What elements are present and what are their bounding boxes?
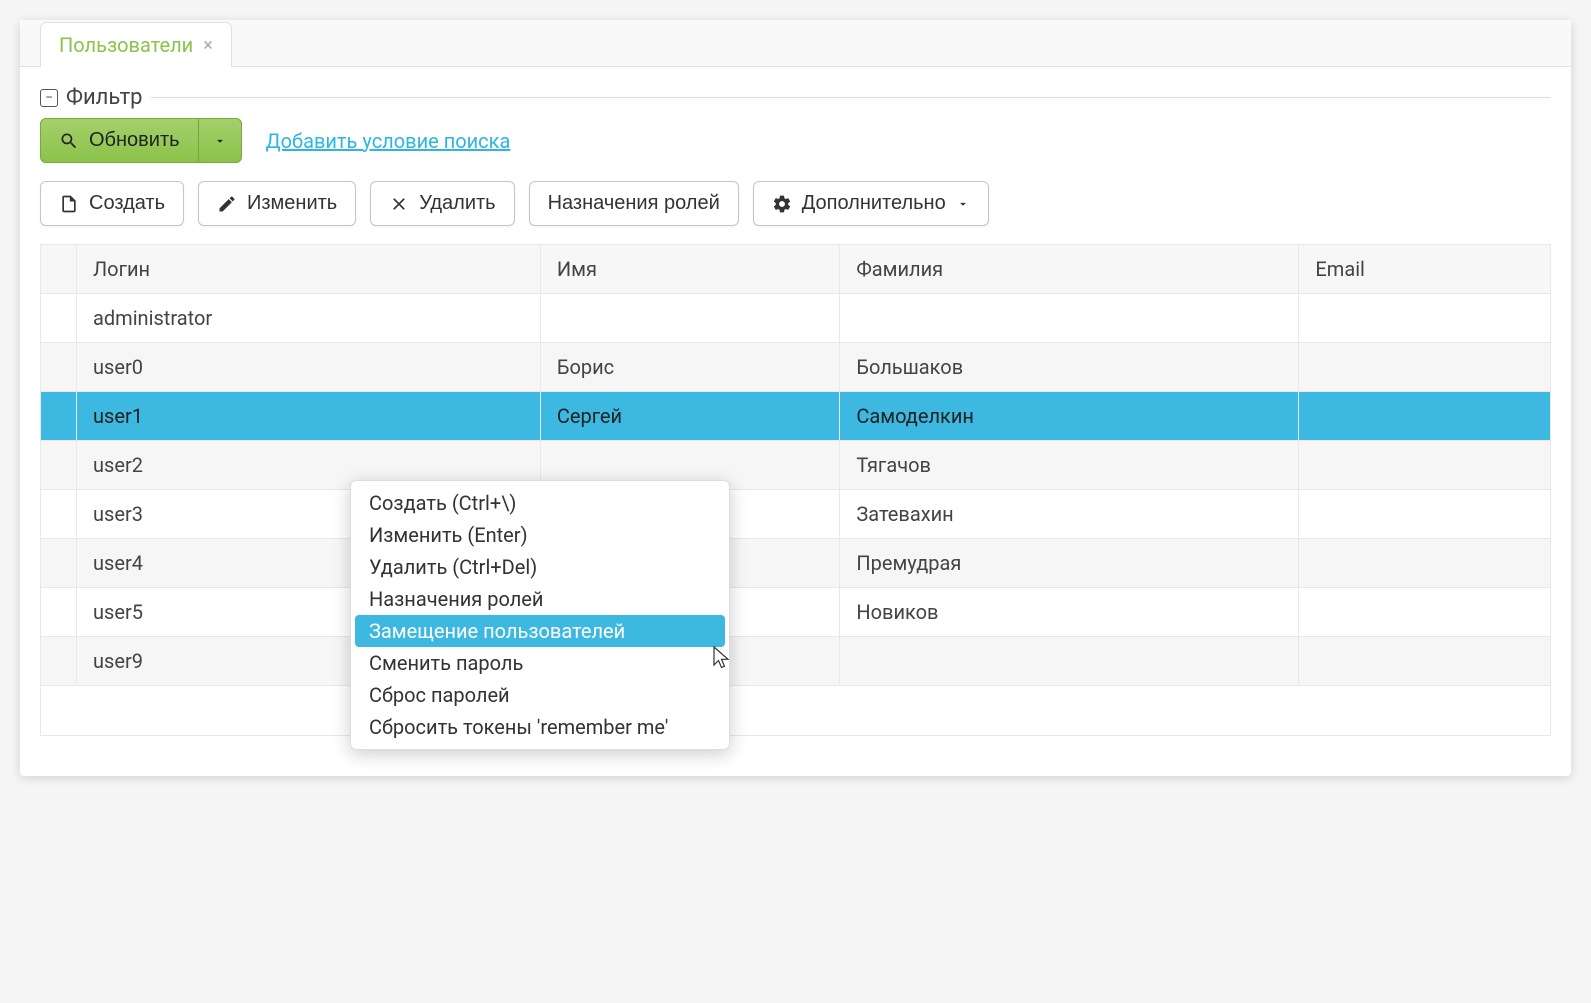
delete-button[interactable]: Удалить xyxy=(370,181,514,226)
row-handle xyxy=(41,343,77,392)
context-menu-item[interactable]: Удалить (Ctrl+Del) xyxy=(355,551,725,583)
table-row[interactable]: user1СергейСамоделкин xyxy=(41,392,1551,441)
table-footer xyxy=(41,686,1551,736)
table-row[interactable]: user9 xyxy=(41,637,1551,686)
times-icon xyxy=(389,194,409,214)
col-login[interactable]: Логин xyxy=(77,245,541,294)
table-row[interactable]: user2Тягачов xyxy=(41,441,1551,490)
filter-legend: Фильтр xyxy=(66,85,143,110)
more-label: Дополнительно xyxy=(802,192,946,215)
context-menu-item[interactable]: Создать (Ctrl+\) xyxy=(355,487,725,519)
cell-last_name: Новиков xyxy=(840,588,1299,637)
tab-bar: Пользователи × xyxy=(20,20,1571,67)
refresh-dropdown-button[interactable] xyxy=(199,118,242,163)
row-handle xyxy=(41,441,77,490)
row-handle xyxy=(41,392,77,441)
refresh-button-group: Обновить xyxy=(40,118,242,163)
cell-login: administrator xyxy=(77,294,541,343)
cell-email xyxy=(1299,343,1551,392)
roles-label: Назначения ролей xyxy=(548,192,720,215)
tab-users[interactable]: Пользователи × xyxy=(40,22,232,67)
cell-login: user1 xyxy=(77,392,541,441)
cell-last_name: Затевахин xyxy=(840,490,1299,539)
cell-email xyxy=(1299,294,1551,343)
context-menu-item[interactable]: Изменить (Enter) xyxy=(355,519,725,551)
edit-button[interactable]: Изменить xyxy=(198,181,356,226)
cell-last_name: Большаков xyxy=(840,343,1299,392)
toolbar: Создать Изменить Удалить Назначения роле… xyxy=(40,181,1551,226)
table-row[interactable]: user3Затевахин xyxy=(41,490,1551,539)
users-table: Логин Имя Фамилия Email administratoruse… xyxy=(40,244,1551,736)
add-condition-link[interactable]: Добавить условие поиска xyxy=(266,129,511,153)
table-row[interactable]: user4Премудрая xyxy=(41,539,1551,588)
table-row[interactable]: user5Новиков xyxy=(41,588,1551,637)
cell-last_name: Премудрая xyxy=(840,539,1299,588)
pencil-icon xyxy=(217,194,237,214)
more-button[interactable]: Дополнительно xyxy=(753,181,989,226)
context-menu-item[interactable]: Сменить пароль xyxy=(355,647,725,679)
filter-fieldset: − Фильтр Обновить Добавить условие поиск… xyxy=(40,85,1551,163)
cell-email xyxy=(1299,441,1551,490)
create-button[interactable]: Создать xyxy=(40,181,184,226)
row-handle xyxy=(41,588,77,637)
cell-email xyxy=(1299,588,1551,637)
cell-last_name xyxy=(840,294,1299,343)
col-first-name[interactable]: Имя xyxy=(540,245,839,294)
collapse-icon[interactable]: − xyxy=(40,89,58,107)
col-last-name[interactable]: Фамилия xyxy=(840,245,1299,294)
row-handle xyxy=(41,539,77,588)
table-header-row: Логин Имя Фамилия Email xyxy=(41,245,1551,294)
row-handle xyxy=(41,637,77,686)
chevron-down-icon xyxy=(213,134,227,148)
roles-button[interactable]: Назначения ролей xyxy=(529,181,739,226)
refresh-label: Обновить xyxy=(89,129,180,152)
cell-login: user0 xyxy=(77,343,541,392)
col-handle xyxy=(41,245,77,294)
cell-first_name xyxy=(540,294,839,343)
cell-last_name: Самоделкин xyxy=(840,392,1299,441)
cell-email xyxy=(1299,392,1551,441)
table-row[interactable]: user0БорисБольшаков xyxy=(41,343,1551,392)
tab-label: Пользователи xyxy=(59,33,193,57)
context-menu: Создать (Ctrl+\)Изменить (Enter)Удалить … xyxy=(350,480,730,750)
context-menu-item[interactable]: Сброс паролей xyxy=(355,679,725,711)
row-handle xyxy=(41,490,77,539)
chevron-down-icon xyxy=(956,197,970,211)
file-icon xyxy=(59,194,79,214)
col-email[interactable]: Email xyxy=(1299,245,1551,294)
gears-icon xyxy=(772,194,792,214)
delete-label: Удалить xyxy=(419,192,495,215)
cell-email xyxy=(1299,637,1551,686)
cell-email xyxy=(1299,539,1551,588)
refresh-button[interactable]: Обновить xyxy=(40,118,199,163)
content-area: − Фильтр Обновить Добавить условие поиск… xyxy=(20,67,1571,776)
cell-first_name: Сергей xyxy=(540,392,839,441)
context-menu-item[interactable]: Замещение пользователей xyxy=(355,615,725,647)
cell-last_name xyxy=(840,637,1299,686)
legend-divider xyxy=(151,97,1551,98)
cell-email xyxy=(1299,490,1551,539)
row-handle xyxy=(41,294,77,343)
cell-last_name: Тягачов xyxy=(840,441,1299,490)
close-icon[interactable]: × xyxy=(203,35,213,56)
create-label: Создать xyxy=(89,192,165,215)
cell-first_name: Борис xyxy=(540,343,839,392)
search-icon xyxy=(59,131,79,151)
table-row[interactable]: administrator xyxy=(41,294,1551,343)
edit-label: Изменить xyxy=(247,192,337,215)
users-window: Пользователи × − Фильтр Обновить xyxy=(20,20,1571,776)
context-menu-item[interactable]: Назначения ролей xyxy=(355,583,725,615)
context-menu-item[interactable]: Сбросить токены 'remember me' xyxy=(355,711,725,743)
